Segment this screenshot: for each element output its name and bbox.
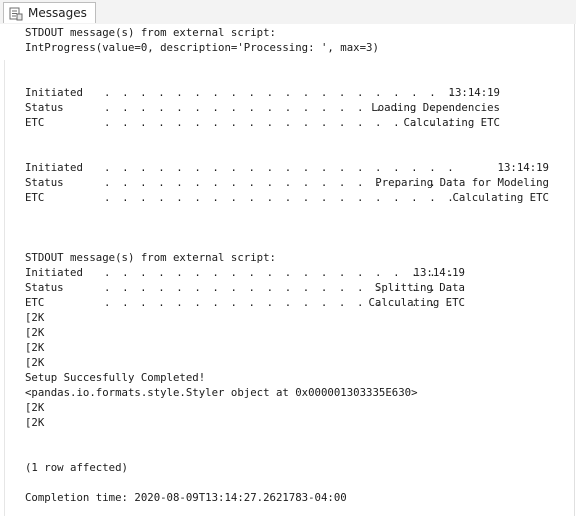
escape-line: [2K xyxy=(25,416,45,429)
status-label: Status xyxy=(25,101,64,114)
escape-line: [2K xyxy=(25,311,45,324)
messages-icon xyxy=(9,6,23,21)
dot-leader: . . . . . . . . . . . . . . . . . . . . xyxy=(104,266,457,279)
initiated-label: Initiated xyxy=(25,266,83,279)
tab-messages[interactable]: Messages xyxy=(3,2,96,23)
etc-label: ETC xyxy=(25,116,45,129)
status-value: Splitting Data xyxy=(374,281,465,294)
dot-leader: . . . . . . . . . . . . . . . . . . . . xyxy=(104,161,457,174)
escape-line: [2K xyxy=(25,356,45,369)
initiated-value: 13:14:19 xyxy=(413,266,465,279)
tab-label: Messages xyxy=(28,6,87,20)
styler-object-line: <pandas.io.formats.style.Styler object a… xyxy=(25,386,418,399)
status-value: Preparing Data for Modeling xyxy=(375,176,549,189)
etc-value: Calculating ETC xyxy=(452,191,549,204)
dot-leader: . . . . . . . . . . . . . . . . . . . . xyxy=(104,191,457,204)
intprogress-line: IntProgress(value=0, description='Proces… xyxy=(25,41,379,54)
initiated-label: Initiated xyxy=(25,161,83,174)
tab-bar: Messages xyxy=(0,0,576,25)
etc-label: ETC xyxy=(25,191,45,204)
pane-border xyxy=(574,24,575,516)
escape-line: [2K xyxy=(25,401,45,414)
escape-line: [2K xyxy=(25,326,45,339)
initiated-value: 13:14:19 xyxy=(448,86,500,99)
rows-affected-message: (1 row affected) xyxy=(25,461,128,474)
stdout-header: STDOUT message(s) from external script: xyxy=(25,26,276,39)
initiated-value: 13:14:19 xyxy=(497,161,549,174)
etc-label: ETC xyxy=(25,296,45,309)
status-label: Status xyxy=(25,281,64,294)
messages-pane[interactable]: STDOUT message(s) from external script: … xyxy=(0,24,576,516)
setup-complete-message: Setup Succesfully Completed! xyxy=(25,371,206,384)
status-label: Status xyxy=(25,176,64,189)
dot-leader: . . . . . . . . . . . . . . . . . . . . xyxy=(104,86,457,99)
completion-time-message: Completion time: 2020-08-09T13:14:27.262… xyxy=(25,491,347,504)
initiated-label: Initiated xyxy=(25,86,83,99)
status-value: Loading Dependencies xyxy=(371,101,500,114)
gutter-line xyxy=(4,60,5,516)
etc-value: Calculating ETC xyxy=(368,296,465,309)
etc-value: Calculating ETC xyxy=(403,116,500,129)
escape-line: [2K xyxy=(25,341,45,354)
stdout-header: STDOUT message(s) from external script: xyxy=(25,251,276,264)
